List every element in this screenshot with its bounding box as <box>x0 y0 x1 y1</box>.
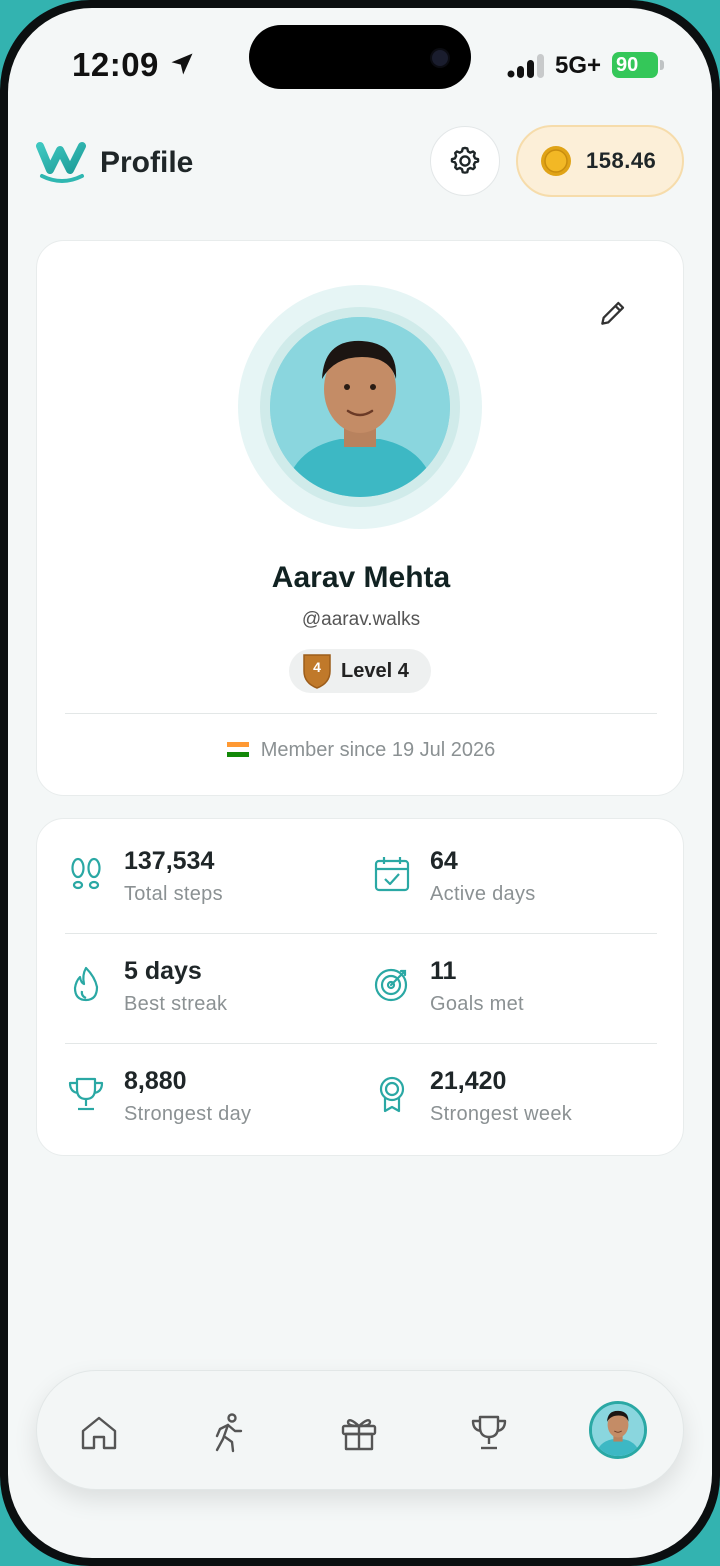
level-number: 4 <box>313 659 321 675</box>
edit-pencil-icon[interactable] <box>597 297 629 329</box>
flame-icon <box>73 966 99 1002</box>
coin-balance-pill[interactable]: 158.46 <box>516 125 684 197</box>
app-logo-icon <box>36 142 86 183</box>
bottom-nav <box>36 1370 684 1490</box>
stat-value: 21,420 <box>430 1067 507 1095</box>
user-name: Aarav Mehta <box>271 561 451 594</box>
camera-lens <box>432 50 448 66</box>
home-icon <box>81 1416 117 1450</box>
stat-value: 8,880 <box>124 1067 187 1095</box>
stat-active-days: 64 Active days <box>373 847 673 927</box>
footsteps-icon <box>71 857 101 890</box>
trophy-icon <box>68 1077 104 1111</box>
nav-activity[interactable] <box>199 1403 259 1463</box>
calendar-check-icon <box>374 857 410 892</box>
stats-card: 137,534 Total steps 64 Active days 5 day… <box>36 818 684 1156</box>
india-flag-icon <box>226 741 249 757</box>
avatar-portrait <box>270 317 450 497</box>
stat-best-streak: 5 days Best streak <box>67 957 367 1037</box>
app-screen: 12:09 5G+ 90 Profile 158.46 Aarav Mehta … <box>8 8 712 1558</box>
medal-icon <box>379 1076 405 1113</box>
nav-leaderboard[interactable] <box>459 1403 519 1463</box>
stat-value: 11 <box>430 957 457 985</box>
coin-icon <box>541 146 571 176</box>
status-time: 12:09 <box>72 46 159 83</box>
stat-value: 64 <box>430 847 458 875</box>
stat-label: Strongest week <box>430 1103 573 1125</box>
stat-goals-met: 11 Goals met <box>373 957 673 1037</box>
gear-icon <box>450 146 480 174</box>
stat-strongest-day: 8,880 Strongest day <box>67 1067 367 1147</box>
member-since-row: Member since 19 Jul 2026 <box>37 739 685 762</box>
stat-label: Active days <box>430 883 536 905</box>
target-icon <box>374 968 408 1002</box>
stat-label: Total steps <box>124 883 223 905</box>
avatar-portrait <box>592 1404 644 1456</box>
stat-strongest-week: 21,420 Strongest week <box>373 1067 673 1147</box>
profile-divider <box>65 713 657 714</box>
stat-value: 5 days <box>124 957 202 985</box>
location-arrow-icon <box>171 53 193 75</box>
signal-bars-icon <box>507 54 544 78</box>
stat-total-steps: 137,534 Total steps <box>67 847 367 927</box>
page-title: Profile <box>100 146 194 179</box>
level-shield-icon: 4 <box>301 653 333 689</box>
network-type: 5G+ <box>555 52 602 79</box>
trophy-icon <box>471 1415 507 1450</box>
stat-label: Best streak <box>124 993 228 1015</box>
profile-card: Aarav Mehta @aarav.walks 4 Level 4 Membe… <box>36 240 684 796</box>
battery-level: 90 <box>616 54 639 76</box>
profile-avatar[interactable] <box>270 317 450 497</box>
member-since-text: Member since 19 Jul 2026 <box>260 739 496 761</box>
settings-button[interactable] <box>430 126 500 196</box>
nav-rewards[interactable] <box>329 1403 389 1463</box>
stat-label: Strongest day <box>124 1103 252 1125</box>
nav-home[interactable] <box>69 1403 129 1463</box>
coin-balance-value: 158.46 <box>586 148 657 173</box>
nav-profile-avatar[interactable] <box>589 1401 647 1459</box>
battery-cap <box>660 60 664 70</box>
battery-indicator: 90 <box>612 52 658 78</box>
stat-value: 137,534 <box>124 847 215 875</box>
gift-icon <box>341 1419 377 1451</box>
stats-divider <box>65 933 657 934</box>
level-badge: 4 Level 4 <box>289 649 431 693</box>
user-handle: @aarav.walks <box>301 609 421 630</box>
stats-divider <box>65 1043 657 1044</box>
walking-icon <box>215 1413 243 1453</box>
stat-label: Goals met <box>430 993 524 1015</box>
level-label: Level 4 <box>341 659 409 682</box>
